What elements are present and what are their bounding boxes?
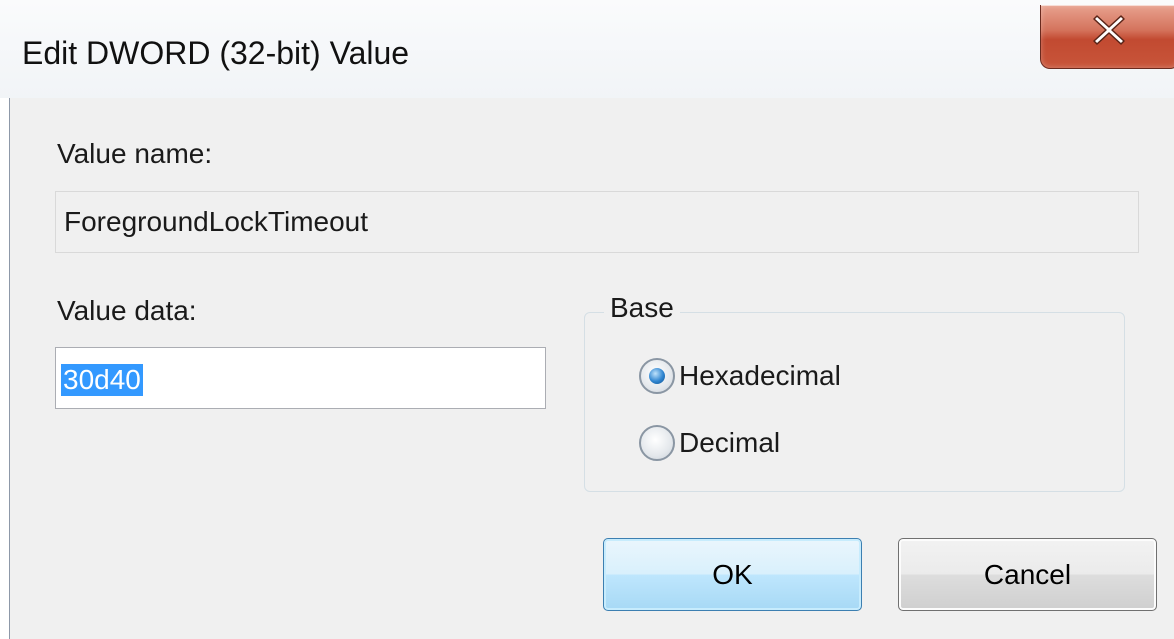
close-icon xyxy=(1093,15,1125,45)
cancel-button[interactable]: Cancel xyxy=(898,538,1157,611)
radio-decimal[interactable]: Decimal xyxy=(639,423,780,463)
ok-button[interactable]: OK xyxy=(603,538,862,611)
radio-hexadecimal-label: Hexadecimal xyxy=(679,360,841,391)
radio-decimal-label: Decimal xyxy=(679,427,781,458)
base-groupbox-title: Base xyxy=(604,292,680,324)
radio-button-unchecked[interactable] xyxy=(639,425,675,461)
value-data-label: Value data: xyxy=(57,295,197,326)
value-data-input[interactable]: 30d40 xyxy=(55,347,546,409)
radio-button-checked[interactable] xyxy=(639,358,675,394)
title-bar: Edit DWORD (32-bit) Value xyxy=(0,0,1174,98)
radio-hexadecimal[interactable]: Hexadecimal xyxy=(639,356,841,396)
base-groupbox xyxy=(584,312,1125,492)
value-data-selection: 30d40 xyxy=(61,364,143,396)
radio-dot-icon xyxy=(649,368,665,384)
value-name-label: Value name: xyxy=(57,138,213,169)
dialog-title: Edit DWORD (32-bit) Value xyxy=(22,35,410,71)
value-name-field: ForegroundLockTimeout xyxy=(55,191,1139,253)
